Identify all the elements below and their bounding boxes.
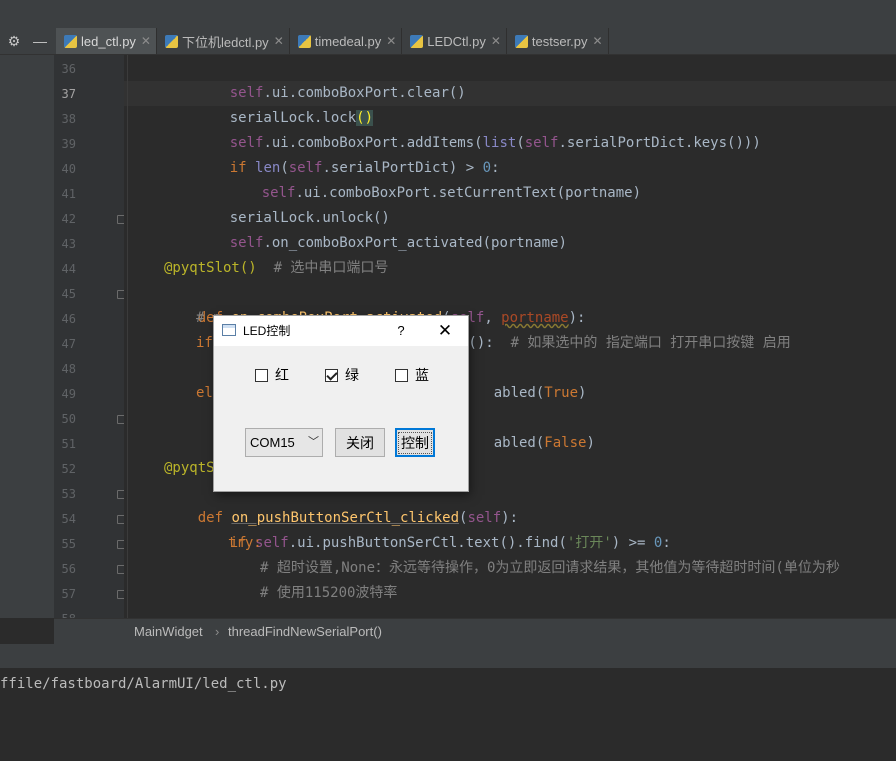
code-line-44: @pyqtSlot() # 选中串口端口号 — [164, 260, 389, 276]
gear-icon[interactable]: ⚙ — [2, 28, 26, 54]
code-line-41: serialLock.unlock() — [229, 210, 390, 226]
combobox-value: COM15 — [250, 435, 295, 450]
breadcrumb-item-method[interactable]: threadFindNewSerialPort() — [228, 619, 382, 645]
checkbox-label: 绿 — [345, 367, 359, 383]
line-number: 38 — [61, 112, 76, 126]
checkbox-red[interactable]: 红 — [255, 366, 289, 384]
line-number: 55 — [61, 537, 76, 551]
code-line-39: if len(self.serialPortDict) > 0: — [229, 160, 500, 176]
line-number: 39 — [61, 137, 76, 151]
python-file-icon — [64, 34, 77, 48]
close-icon[interactable]: ✕ — [491, 34, 501, 48]
tab-label: timedeal.py — [314, 33, 382, 49]
checkbox-green[interactable]: 绿 — [325, 366, 359, 384]
code-line-38: self.ui.comboBoxPort.addItems(list(self.… — [229, 135, 761, 151]
close-icon[interactable]: ✕ — [141, 34, 151, 48]
line-number: 57 — [61, 587, 76, 601]
project-panel-strip — [0, 55, 54, 618]
line-number: 44 — [61, 262, 76, 276]
line-number-gutter: 36 37 38 39 40 41 42 43 44 45 46 47 48 4… — [54, 55, 126, 626]
code-line-36: self.ui.comboBoxPort.clear() — [229, 85, 466, 101]
close-icon[interactable]: ✕ — [274, 34, 284, 48]
run-panel-toolbar — [0, 644, 896, 668]
line-number: 56 — [61, 562, 76, 576]
tab-led-ctl[interactable]: led_ctl.py ✕ — [56, 28, 157, 54]
chevron-down-icon[interactable]: ﹀ — [308, 429, 319, 456]
code-line-37: serialLock.lock() — [229, 110, 374, 126]
tab-label: LEDCtl.py — [427, 33, 486, 49]
close-port-button[interactable]: 关闭 — [335, 428, 385, 457]
tabs: led_ctl.py ✕ 下位机ledctl.py ✕ timedeal.py … — [56, 28, 609, 54]
code-line-58: self.com = serial.Serial(self.ui.comboBo… — [260, 606, 791, 618]
line-number: 52 — [61, 462, 76, 476]
line-number: 36 — [61, 62, 76, 76]
checkbox-blue[interactable]: 蓝 — [395, 366, 429, 384]
line-number: 54 — [61, 512, 76, 526]
code-line-52: @pyqtS — [164, 460, 215, 476]
dialog-title-bar[interactable]: LED控制 ? ✕ — [214, 316, 468, 346]
breadcrumb: MainWidget › threadFindNewSerialPort() — [54, 618, 896, 645]
line-number: 46 — [61, 312, 76, 326]
button-label: 关闭 — [346, 434, 374, 451]
python-file-icon — [297, 34, 311, 48]
python-file-icon — [410, 34, 424, 48]
title-bar — [0, 0, 896, 28]
close-button[interactable]: ✕ — [436, 316, 454, 346]
close-icon[interactable]: ✕ — [593, 34, 603, 48]
editor-tab-bar: ⚙ — led_ctl.py ✕ 下位机ledctl.py ✕ timedeal… — [0, 28, 896, 55]
code-line-50: abled(False) — [493, 435, 595, 451]
code-line-55: try: — [228, 535, 262, 551]
port-combobox[interactable]: COM15 ﹀ — [245, 428, 323, 457]
tab-testser[interactable]: testser.py ✕ — [507, 28, 609, 54]
code-line-42: self.on_comboBoxPort_activated(portname) — [229, 235, 567, 251]
window-app-icon — [222, 324, 236, 336]
code-line-47-tail: t(): # 如果选中的 指定端口 打开串口按键 启用 — [460, 335, 791, 351]
python-file-icon — [164, 34, 178, 48]
line-number: 42 — [61, 212, 76, 226]
close-icon[interactable]: ✕ — [386, 34, 396, 48]
checkbox-box[interactable] — [255, 368, 268, 382]
tab-label: testser.py — [531, 33, 588, 49]
breadcrumb-item-class[interactable]: MainWidget — [134, 619, 203, 645]
code-line-57: # 使用115200波特率 — [260, 585, 398, 601]
line-number: 51 — [61, 437, 76, 451]
breadcrumb-separator: › — [215, 624, 220, 639]
code-line-56: # 超时设置,None：永远等待操作，0为立即返回请求结果，其他值为等待超时时间… — [260, 560, 840, 576]
line-number: 48 — [61, 362, 76, 376]
code-line-54: if self.ui.pushButtonSerCtl.text().find(… — [229, 535, 671, 551]
python-file-icon — [514, 34, 528, 48]
checkbox-label: 红 — [275, 367, 289, 383]
code-line-45: def on_comboBoxPort_activated(self, port… — [197, 310, 586, 326]
tab-label: 下位机ledctl.py — [181, 34, 269, 50]
line-number: 49 — [61, 387, 76, 401]
line-number: 50 — [61, 412, 76, 426]
tab-ledctl[interactable]: LEDCtl.py ✕ — [402, 28, 507, 54]
line-number: 45 — [61, 287, 76, 301]
checkbox-box[interactable] — [325, 368, 338, 382]
checkbox-box[interactable] — [395, 368, 408, 382]
dialog-title: LED控制 — [243, 324, 291, 338]
button-label: 控制 — [398, 431, 432, 454]
code-line-49: el — [196, 385, 213, 401]
led-control-dialog: LED控制 ? ✕ 红 绿 蓝 COM15 ﹀ 关闭 控制 — [214, 316, 468, 491]
minus-icon[interactable]: — — [28, 28, 52, 54]
indent-guide — [127, 55, 128, 618]
line-number: 37 — [61, 87, 76, 101]
tab-xiaweiji-ledctl[interactable]: 下位机ledctl.py ✕ — [157, 28, 290, 54]
line-number: 47 — [61, 337, 76, 351]
code-line-47: if — [196, 335, 213, 351]
line-number: 40 — [61, 162, 76, 176]
console-output-line: ffile/fastboard/AlarmUI/led_ctl.py — [0, 676, 287, 692]
line-number: 43 — [61, 237, 76, 251]
line-number: 53 — [61, 487, 76, 501]
run-console[interactable]: ffile/fastboard/AlarmUI/led_ctl.py — [0, 668, 896, 761]
help-button[interactable]: ? — [394, 316, 408, 346]
tab-timedeal[interactable]: timedeal.py ✕ — [290, 28, 403, 54]
code-line-48: abled(True) — [493, 385, 587, 401]
code-line-40: self.ui.comboBoxPort.setCurrentText(port… — [261, 185, 642, 201]
control-button[interactable]: 控制 — [395, 428, 435, 457]
tab-label: led_ctl.py — [81, 33, 136, 49]
line-number: 41 — [61, 187, 76, 201]
checkbox-label: 蓝 — [415, 367, 429, 383]
